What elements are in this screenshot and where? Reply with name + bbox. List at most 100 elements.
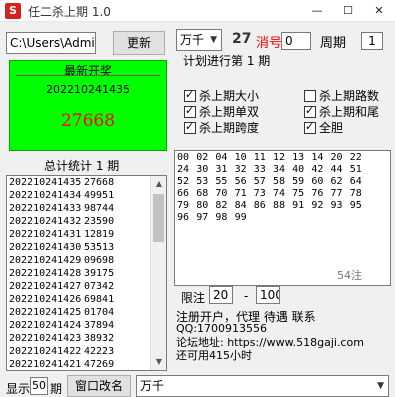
- scroll-thumb[interactable]: [153, 194, 164, 242]
- scroll-up-icon[interactable]: ▲: [151, 176, 166, 192]
- number-cell: 74: [272, 188, 285, 199]
- chevron-down-icon: ▼: [377, 381, 384, 391]
- history-number: 27668: [84, 177, 115, 188]
- number-cell: 59: [292, 176, 305, 187]
- number-cell: 13: [292, 152, 305, 163]
- rename-window-button[interactable]: 窗口改名: [67, 375, 131, 397]
- scroll-down-icon[interactable]: ▼: [151, 354, 166, 370]
- limit-min-input[interactable]: 20: [209, 286, 233, 304]
- list-item[interactable]: 202210241430 53513: [7, 241, 166, 254]
- number-cell: 73: [253, 188, 266, 199]
- history-period: 202210241432: [9, 216, 82, 227]
- number-cell: 20: [330, 152, 343, 163]
- scrollbar[interactable]: ▲ ▼: [150, 176, 166, 370]
- close-icon[interactable]: ✕: [364, 0, 394, 22]
- history-period: 202210241423: [9, 333, 82, 344]
- bottom-select[interactable]: 万千 ▼: [136, 375, 389, 397]
- number-cell: 66: [177, 188, 190, 199]
- number-cell: 77: [330, 188, 343, 199]
- app-icon: S: [5, 3, 21, 19]
- number-cell: 82: [215, 200, 228, 211]
- title-bar: S 任二杀上期 1.0 — ☐ ✕: [0, 0, 395, 22]
- kill-count: 27: [232, 31, 252, 47]
- history-number: 47269: [84, 359, 115, 370]
- option-kill-size[interactable]: 杀上期大小: [184, 87, 259, 103]
- list-item[interactable]: 202210241426 69841: [7, 293, 166, 306]
- divider: [16, 75, 160, 76]
- limit-max-input[interactable]: 100: [256, 286, 280, 304]
- number-cell: 79: [177, 200, 190, 211]
- kill-label: 消号: [256, 36, 283, 51]
- history-number: 98744: [84, 203, 115, 214]
- number-cell: 56: [234, 176, 247, 187]
- list-item[interactable]: 202210241423 38932: [7, 332, 166, 345]
- list-item[interactable]: 202210241421 47269: [7, 358, 166, 370]
- number-cell: 91: [292, 200, 305, 211]
- number-cell: 57: [253, 176, 266, 187]
- checkbox-icon[interactable]: [184, 104, 196, 118]
- list-item[interactable]: 202210241428 39175: [7, 267, 166, 280]
- list-item[interactable]: 202210241427 07342: [7, 280, 166, 293]
- list-item[interactable]: 202210241429 09698: [7, 254, 166, 267]
- number-cell: 92: [311, 200, 324, 211]
- option-kill-route[interactable]: 杀上期路数: [304, 87, 379, 103]
- list-item[interactable]: 202210241425 01704: [7, 306, 166, 319]
- option-full-dan[interactable]: 全胆: [304, 119, 343, 135]
- list-item[interactable]: 202210241434 49951: [7, 189, 166, 202]
- remaining-hours: 还可用415小时: [176, 349, 252, 362]
- option-kill-parity[interactable]: 杀上期单双: [184, 103, 259, 119]
- list-item[interactable]: 202210241433 98744: [7, 202, 166, 215]
- maximize-icon[interactable]: ☐: [333, 0, 363, 22]
- list-item[interactable]: 202210241424 37894: [7, 319, 166, 332]
- cycle-label: 周期: [320, 36, 347, 51]
- list-item[interactable]: 202210241432 23590: [7, 215, 166, 228]
- history-number: 69841: [84, 294, 115, 305]
- number-cell: 96: [177, 212, 190, 223]
- cycle-input[interactable]: 1: [361, 32, 383, 50]
- history-period: 202210241426: [9, 294, 82, 305]
- number-cell: 12: [272, 152, 285, 163]
- history-number: 39175: [84, 268, 115, 279]
- minimize-icon[interactable]: —: [302, 0, 332, 22]
- position-select[interactable]: 万千 ▼: [176, 29, 222, 51]
- list-item[interactable]: 202210241422 42223: [7, 345, 166, 358]
- checkbox-icon[interactable]: [304, 104, 316, 118]
- refresh-button[interactable]: 更新: [113, 31, 165, 55]
- number-cell: 31: [215, 164, 228, 175]
- number-cell: 80: [196, 200, 209, 211]
- path-field[interactable]: C:\Users\Admin: [6, 32, 96, 54]
- kill-input[interactable]: 0: [281, 32, 311, 50]
- history-number: 07342: [84, 281, 115, 292]
- limit-dash: -: [244, 289, 249, 303]
- checkbox-icon[interactable]: [304, 120, 316, 134]
- history-list[interactable]: 202210241435 27668 202210241434 49951 202210…: [6, 175, 167, 371]
- history-period: 202210241421: [9, 359, 82, 370]
- latest-draw-panel: 最新开奖 202210241435 27668: [9, 60, 167, 151]
- checkbox-icon[interactable]: [184, 88, 196, 102]
- number-cell: 10: [234, 152, 247, 163]
- number-cell: 00: [177, 152, 190, 163]
- window-title: 任二杀上期 1.0: [28, 5, 111, 19]
- number-cell: 52: [177, 176, 190, 187]
- show-count-input[interactable]: 50: [30, 377, 48, 395]
- history-number: 53513: [84, 242, 115, 253]
- history-period: 202210241422: [9, 346, 82, 357]
- limit-label: 限注: [181, 291, 206, 305]
- history-period: 202210241429: [9, 255, 82, 266]
- history-period: 202210241424: [9, 320, 82, 331]
- number-cell: 84: [234, 200, 247, 211]
- history-number: 42223: [84, 346, 115, 357]
- number-cell: 34: [272, 164, 285, 175]
- list-item[interactable]: 202210241435 27668: [7, 176, 166, 189]
- option-kill-span[interactable]: 杀上期跨度: [184, 119, 259, 135]
- number-cell: 04: [215, 152, 228, 163]
- option-kill-sum-tail[interactable]: 杀上期和尾: [304, 103, 379, 119]
- history-number: 09698: [84, 255, 115, 266]
- numbers-output[interactable]: 00 02 04 10 11 12 13 14 20 22 24 30 31 32 33 34 40 42 44 51…: [174, 150, 391, 286]
- checkbox-icon[interactable]: [304, 90, 316, 102]
- checkbox-icon[interactable]: [184, 120, 196, 134]
- history-number: 38932: [84, 333, 115, 344]
- list-item[interactable]: 202210241431 12819: [7, 228, 166, 241]
- number-cell: 64: [349, 176, 362, 187]
- number-cell: 58: [272, 176, 285, 187]
